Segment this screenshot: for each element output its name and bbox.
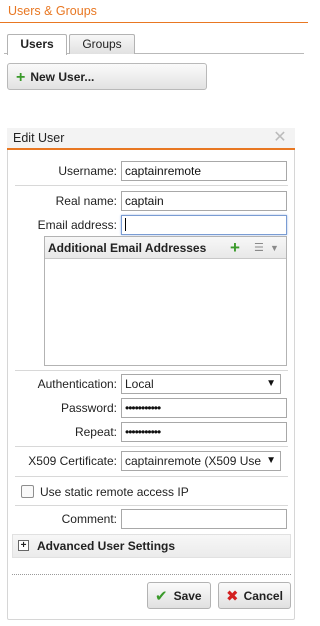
repeat-label: Repeat: xyxy=(74,425,117,439)
list-menu-icon[interactable]: ☰ xyxy=(254,242,264,254)
plus-icon: + xyxy=(16,69,26,86)
advanced-settings-label[interactable]: Advanced User Settings xyxy=(37,537,175,555)
page-title: Users & Groups xyxy=(8,4,97,18)
close-icon[interactable]: ✕ xyxy=(272,130,288,146)
divider xyxy=(15,370,288,371)
realname-input[interactable]: captain xyxy=(121,191,287,211)
divider xyxy=(15,476,288,477)
static-ip-label[interactable]: Use static remote access IP xyxy=(40,482,189,502)
x-icon: ✖ xyxy=(226,588,239,605)
x509-value: captainremote (X509 Use xyxy=(125,454,262,468)
x509-select[interactable]: captainremote (X509 Use ▼ xyxy=(121,451,281,471)
password-label: Password: xyxy=(60,401,117,415)
static-ip-checkbox[interactable] xyxy=(21,485,34,498)
save-button[interactable]: ✔ Save xyxy=(147,582,211,609)
divider xyxy=(15,446,288,447)
realname-label: Real name: xyxy=(55,194,117,208)
text-caret xyxy=(125,218,126,232)
divider xyxy=(15,505,288,506)
dotted-divider xyxy=(12,574,291,575)
additional-emails-title: Additional Email Addresses xyxy=(45,237,286,259)
new-user-button[interactable]: + New User... xyxy=(7,63,207,90)
authentication-value: Local xyxy=(125,377,154,391)
tab-users[interactable]: Users xyxy=(7,34,67,55)
username-input[interactable]: captainremote xyxy=(121,161,287,181)
email-input[interactable] xyxy=(121,215,287,235)
x509-label: X509 Certificate: xyxy=(28,454,117,468)
checkmark-icon: ✔ xyxy=(155,588,168,605)
cancel-label: Cancel xyxy=(243,589,283,603)
email-label: Email address: xyxy=(37,218,117,232)
dropdown-arrow-icon: ▼ xyxy=(266,455,276,466)
dropdown-arrow-icon: ▼ xyxy=(266,378,276,389)
repeat-password-input[interactable]: ••••••••••• xyxy=(121,422,287,442)
panel-title: Edit User xyxy=(7,128,295,150)
username-label: Username: xyxy=(58,164,117,178)
cancel-button[interactable]: ✖ Cancel xyxy=(218,582,291,609)
comment-label: Comment: xyxy=(61,512,117,526)
tab-groups[interactable]: Groups xyxy=(69,34,135,54)
save-label: Save xyxy=(173,589,202,603)
plus-box-icon[interactable]: + xyxy=(18,540,29,551)
title-divider xyxy=(0,22,308,23)
authentication-label: Authentication: xyxy=(37,377,117,391)
comment-input[interactable] xyxy=(121,509,287,529)
authentication-select[interactable]: Local ▼ xyxy=(121,374,281,394)
add-email-icon[interactable]: + xyxy=(230,239,240,256)
divider xyxy=(15,185,288,186)
chevron-down-icon[interactable]: ▼ xyxy=(270,242,279,254)
password-input[interactable]: ••••••••••• xyxy=(121,398,287,418)
new-user-label: New User... xyxy=(30,70,95,84)
